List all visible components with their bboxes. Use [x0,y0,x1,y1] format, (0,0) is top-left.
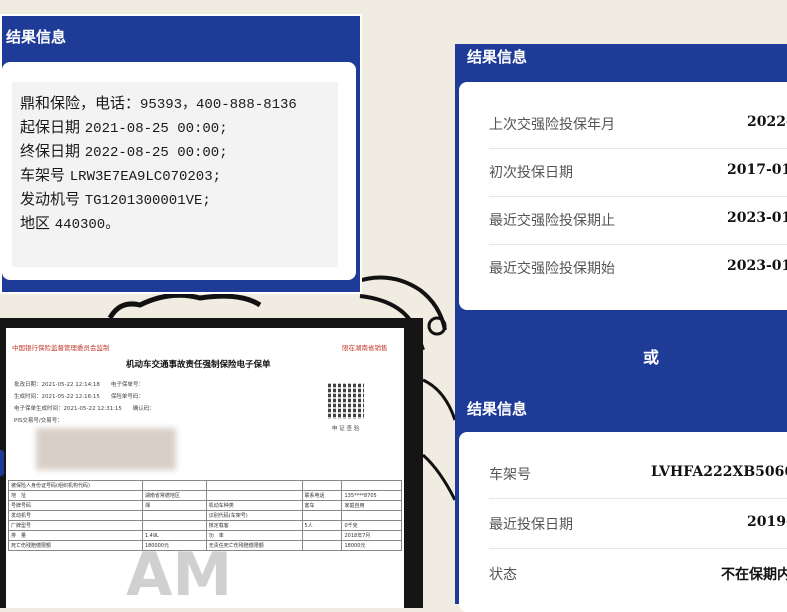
result-card: 鼎和保险，电话：95393，400-888-8136 起保日期 2021-08-… [2,62,356,280]
panel-header-bottom: 结果信息 [467,400,528,418]
panel-header-top: 结果信息 [467,48,528,66]
table-row: 排 量 1.49L 功 率 2018年7月 [8,530,402,541]
table-row: 号牌号码湘机动车种类 客车 家庭自用 [8,500,402,511]
region-line: 地区 440300。 [20,214,120,233]
info-row: 上次交强险投保年月 2022-0 [489,100,787,149]
info-row: 最近交强险投保期始 2023-01-1 [489,258,787,277]
doc-meta-line: PIS交易号/交易号： [14,418,63,424]
result-card-bottom: 车架号 LVHFA222XB506666 最近投保日期 2019-0 状态 不在… [459,432,787,612]
table-row: 地 址湖南省常德地区 联系电话 135****8705 [8,490,402,501]
doc-issuer: 中国银行保险监督管理委员会监制 [12,344,110,352]
or-divider-text: 或 [643,348,660,367]
result-text-box: 鼎和保险，电话：95393，400-888-8136 起保日期 2021-08-… [12,82,338,267]
start-date-line: 起保日期 2021-08-25 00:00; [20,118,228,137]
side-tab [0,450,4,476]
result-card-top: 上次交强险投保年月 2022-0 初次投保日期 2017-01-1 最近交强险投… [459,82,787,310]
doc-meta-line: 批改日期：2021-05-22 12:14:18 电子保单号： [14,382,144,388]
end-date-line: 终保日期 2022-08-25 00:00; [20,142,228,161]
info-row: 最近交强险投保期止 2023-01-1 [489,196,787,245]
qr-caption: 申 证 查 验 [332,426,360,432]
info-row: 状态 不在保期内 [489,567,787,583]
doc-sales-region: 限在湖南省销售 [342,344,388,352]
table-row: 厂牌型号 核定载客 5人 0千克 [8,520,402,531]
info-row: 最近投保日期 2019-0 [489,500,787,549]
doc-watermark: AM [126,540,233,610]
engine-number-line: 发动机号 TG1201300001VE; [20,190,211,209]
doc-meta-line: 生成时间：2021-05-22 12:16:15 保险单号码： [14,394,144,400]
panel-header: 结果信息 [6,28,67,46]
doc-meta-line: 电子保单生成时间：2021-05-22 12:31:15 确认码： [14,406,155,412]
result-panel-right: 结果信息 上次交强险投保年月 2022-0 初次投保日期 2017-01-1 最… [455,44,787,612]
policy-document: 中国银行保险监督管理委员会监制 限在湖南省销售 机动车交通事故责任强制保险电子保… [0,318,423,610]
qr-code-pattern [328,383,364,419]
result-panel-left: 结果信息 鼎和保险，电话：95393，400-888-8136 起保日期 202… [0,14,362,294]
table-row: 发动机号 识别代码(车架号) [8,510,402,521]
info-row: 车架号 LVHFA222XB506666 [489,450,787,499]
info-row: 初次投保日期 2017-01-1 [489,148,787,197]
table-row: 被保险人身份证号码(组织机构代码) [8,480,402,491]
insurer-line: 鼎和保险，电话：95393，400-888-8136 [20,94,297,113]
vin-line: 车架号 LRW3E7EA9LC070203; [20,166,222,185]
policy-paper: 中国银行保险监督管理委员会监制 限在湖南省销售 机动车交通事故责任强制保险电子保… [6,328,404,610]
redacted-area [36,428,176,470]
doc-title: 机动车交通事故责任强制保险电子保单 [126,360,271,370]
